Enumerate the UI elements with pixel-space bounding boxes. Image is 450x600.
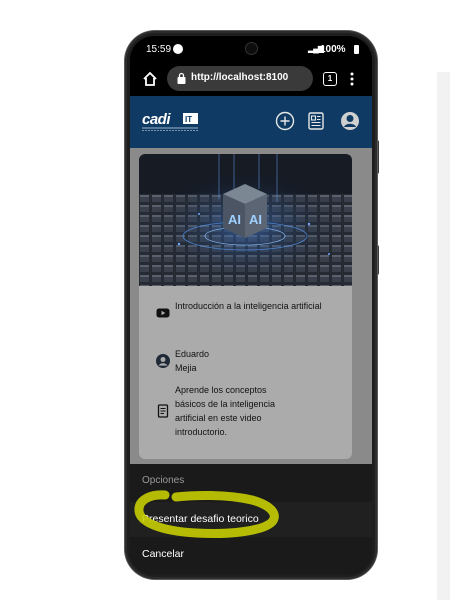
phone-screen: 15:59 ▂▄▆ 100% http://localhost:8100 1 c… [130, 36, 372, 574]
cancel-button[interactable]: Cancelar [130, 537, 372, 572]
action-sheet: Opciones Presentar desafio teorico Cance… [130, 464, 372, 574]
document-icon [157, 404, 169, 418]
address-bar[interactable]: http://localhost:8100 [167, 66, 313, 91]
course-card[interactable]: AI AI Introducción a la inteligencia art… [139, 154, 352, 459]
browser-toolbar: http://localhost:8100 1 [130, 62, 372, 96]
person-icon [156, 354, 170, 368]
app-logo[interactable]: cadi IT [141, 109, 201, 133]
app-header: cadi IT [130, 96, 372, 148]
status-time: 15:59 [146, 44, 172, 55]
youtube-icon [156, 308, 170, 318]
add-circle-icon[interactable] [275, 111, 295, 131]
lock-icon [177, 72, 186, 84]
home-icon[interactable] [142, 71, 158, 87]
present-challenge-label: Presentar desafio teorico [142, 513, 259, 525]
present-challenge-button[interactable]: Presentar desafio teorico [130, 502, 372, 537]
svg-text:IT: IT [185, 115, 192, 124]
author-last-name: Mejia [175, 363, 197, 373]
svg-text:cadi: cadi [142, 111, 171, 128]
page-content: AI AI Introducción a la inteligencia art… [130, 148, 372, 468]
course-image: AI AI [139, 154, 352, 286]
front-camera [246, 43, 257, 54]
menu-icon[interactable] [350, 71, 354, 87]
image-ai-text: AI [249, 212, 262, 227]
battery-percent: 100% [320, 44, 346, 55]
course-title: Introducción a la inteligencia artificia… [175, 301, 322, 311]
cancel-label: Cancelar [142, 548, 185, 560]
author-first-name: Eduardo [175, 349, 210, 359]
battery-icon [354, 45, 359, 54]
tabs-icon[interactable]: 1 [323, 72, 337, 86]
user-icon[interactable] [340, 111, 360, 131]
course-author: Eduardo Mejia [175, 347, 335, 375]
newspaper-icon[interactable] [306, 111, 326, 131]
course-description: Aprende los conceptos básicos de la inte… [175, 385, 276, 437]
phone-frame: 15:59 ▂▄▆ 100% http://localhost:8100 1 c… [125, 31, 377, 579]
status-bar: 15:59 ▂▄▆ 100% [130, 36, 372, 62]
background-panel [437, 72, 450, 600]
notification-icon [173, 44, 183, 54]
action-sheet-header: Opciones [142, 475, 185, 486]
image-ai-text: AI [228, 212, 241, 227]
url-text: http://localhost:8100 [191, 72, 289, 83]
